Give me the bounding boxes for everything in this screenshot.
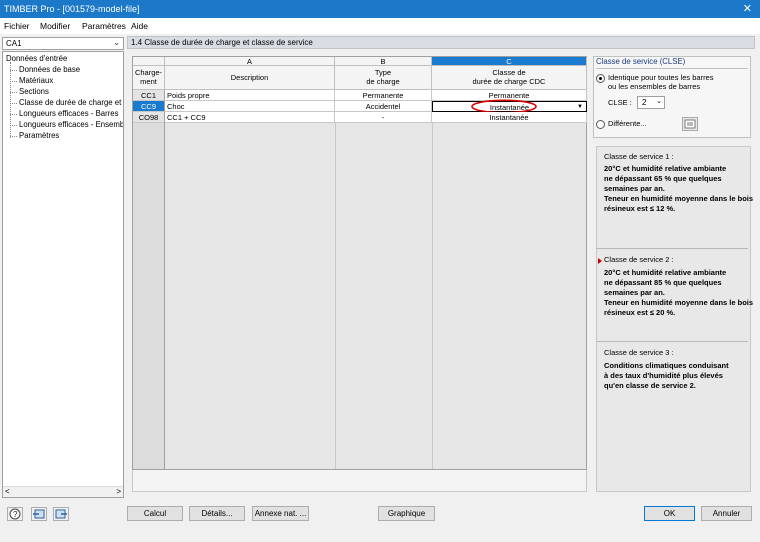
col-letter-c[interactable]: C (432, 57, 587, 66)
class1-line: semaines par an. (604, 184, 665, 193)
clse-label: CLSE : (608, 98, 632, 107)
ok-button[interactable]: OK (644, 506, 695, 521)
row-header-column (133, 123, 165, 469)
menu-aide[interactable]: Aide (131, 21, 148, 31)
col-letter-a[interactable]: A (165, 57, 335, 66)
help-button[interactable]: ? (7, 507, 23, 521)
tree-item-materiaux[interactable]: Matériaux (19, 76, 53, 85)
identical-radio[interactable] (596, 74, 605, 83)
col-letter-b[interactable]: B (335, 57, 432, 66)
class2-line: semaines par an. (604, 288, 665, 297)
class3-title: Classe de service 3 : (604, 348, 674, 357)
chevron-down-icon: ⌄ (656, 98, 662, 105)
identical-label[interactable]: Identique pour toutes les barres ou les … (608, 73, 713, 91)
calc-button[interactable]: Calcul (127, 506, 183, 521)
chevron-down-icon: ⌄ (113, 38, 120, 47)
different-label[interactable]: Différente... (608, 119, 647, 129)
class3-line: qu'en classe de service 2. (604, 381, 696, 390)
national-annex-button[interactable]: Annexe nat. ... (252, 506, 309, 521)
graphic-button[interactable]: Graphique (378, 506, 435, 521)
tree-horizontal-scrollbar[interactable]: < > (3, 486, 123, 497)
clse-value: 2 (642, 98, 647, 107)
tree-item-classe-duree[interactable]: Classe de durée de charge et c (19, 98, 123, 107)
window-title: TIMBER Pro - [001579-model-file] (4, 4, 140, 14)
class3-line: à des taux d'humidité plus élevés (604, 371, 723, 380)
row-id-cc9[interactable]: CC9 (133, 101, 165, 112)
dropdown-arrow-icon[interactable]: ▼ (577, 102, 583, 111)
cell-type[interactable]: Permanente (335, 90, 432, 101)
col-header-class: Classe de durée de charge CDC (432, 66, 587, 90)
current-class-marker-icon (598, 258, 602, 264)
col-header-description: Description (165, 66, 335, 90)
class2-line: Teneur en humidité moyenne dans le bois (604, 298, 754, 307)
cell-description[interactable]: Choc (165, 101, 335, 112)
menu-bar: Fichier Modifier Paramètres Aide (0, 18, 760, 34)
close-icon[interactable]: ✕ (743, 2, 752, 15)
svg-text:?: ? (13, 510, 18, 519)
class1-line: Teneur en humidité moyenne dans le bois (604, 194, 754, 203)
tree-item-parametres[interactable]: Paramètres (19, 131, 59, 140)
class2-line: résineux est ≤ 20 %. (604, 308, 676, 317)
class2-line: ne dépassant 85 % que quelques (604, 278, 722, 287)
class1-title: Classe de service 1 : (604, 152, 674, 161)
edit-list-icon (684, 119, 696, 129)
class1-line: ne dépassant 65 % que quelques (604, 174, 722, 183)
clse-selector[interactable]: 2 ⌄ (637, 96, 665, 109)
cell-type[interactable]: - (335, 112, 432, 123)
tree-item-longueurs-ensembles[interactable]: Longueurs efficaces - Ensemble (19, 120, 123, 129)
col-header-type: Type de charge (335, 66, 432, 90)
load-duration-table: A B C Charge- ment Description Type de c… (132, 56, 587, 470)
case-selector[interactable]: CA1 ⌄ (2, 37, 124, 50)
service-class-title: Classe de service (CLSE) (596, 57, 748, 69)
navigator-tree: Données d'entrée Données de base Matéria… (2, 51, 124, 498)
different-radio[interactable] (596, 120, 605, 129)
table-footer (132, 470, 587, 492)
cancel-button[interactable]: Annuler (701, 506, 752, 521)
corner-header (133, 57, 165, 66)
class1-line: 20°C et humidité relative ambiante (604, 164, 727, 173)
info-divider (596, 341, 748, 342)
export-icon (55, 509, 67, 519)
edit-members-button[interactable] (682, 117, 698, 131)
tree-connector (10, 62, 11, 138)
class2-line: 20°C et humidité relative ambiante (604, 268, 727, 277)
tree-item-donnees-de-base[interactable]: Données de base (19, 65, 80, 74)
row-header-label: Charge- ment (133, 66, 165, 90)
scroll-left-icon[interactable]: < (5, 487, 10, 496)
help-icon: ? (9, 508, 21, 520)
class3-line: Conditions climatiques conduisant (604, 361, 729, 370)
info-divider (596, 248, 748, 249)
class1-line: résineux est ≤ 12 %. (604, 204, 676, 213)
case-selector-value: CA1 (6, 39, 22, 48)
export-button[interactable] (53, 507, 69, 521)
details-button[interactable]: Détails... (189, 506, 245, 521)
import-button[interactable] (31, 507, 47, 521)
panel-title: 1.4 Classe de durée de charge et classe … (131, 38, 313, 47)
cell-description[interactable]: Poids propre (165, 90, 335, 101)
scroll-right-icon[interactable]: > (116, 487, 121, 496)
title-bar: TIMBER Pro - [001579-model-file] ✕ (0, 0, 760, 18)
tree-root[interactable]: Données d'entrée (6, 54, 67, 63)
cell-type[interactable]: Accidentel (335, 101, 432, 112)
class2-title: Classe de service 2 : (604, 255, 674, 264)
cell-description[interactable]: CC1 + CC9 (165, 112, 335, 123)
menu-fichier[interactable]: Fichier (4, 21, 30, 31)
cell-class[interactable]: Instantanée (432, 112, 587, 123)
import-icon (33, 509, 45, 519)
row-id-cc1[interactable]: CC1 (133, 90, 165, 101)
menu-modifier[interactable]: Modifier (40, 21, 70, 31)
panel-header: 1.4 Classe de durée de charge et classe … (127, 36, 755, 49)
row-id-co98[interactable]: CO98 (133, 112, 165, 123)
tree-item-longueurs-barres[interactable]: Longueurs efficaces - Barres (19, 109, 119, 118)
tree-item-sections[interactable]: Sections (19, 87, 49, 96)
menu-parametres[interactable]: Paramètres (82, 21, 126, 31)
